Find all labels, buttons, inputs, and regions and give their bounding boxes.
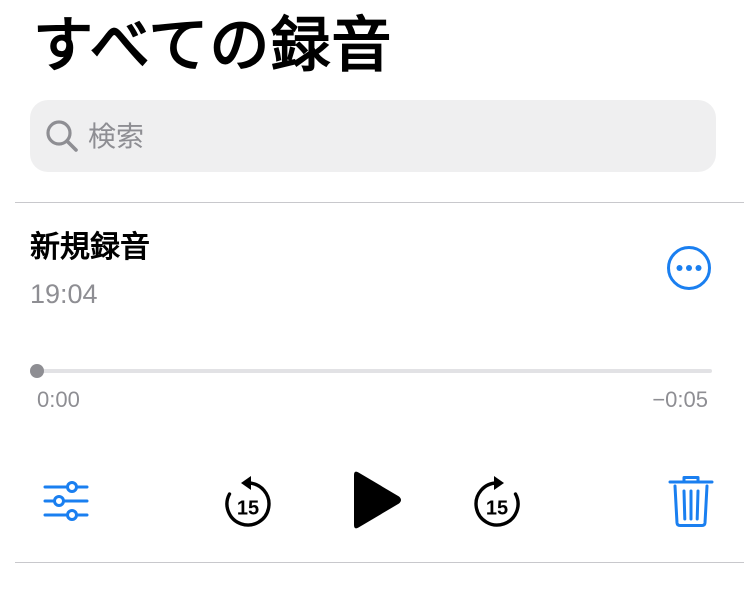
skip-back-button[interactable]: 15: [222, 474, 274, 528]
search-input[interactable]: [88, 119, 688, 153]
skip-forward-seconds-label: 15: [486, 498, 508, 520]
remaining-time: −0:05: [652, 387, 708, 412]
options-button[interactable]: [42, 477, 90, 525]
divider: [15, 562, 744, 563]
scrubber-thumb[interactable]: [30, 364, 44, 378]
ellipsis-circle-icon: [667, 246, 711, 290]
recording-time: 19:04: [30, 279, 98, 309]
skip-back-seconds-label: 15: [237, 498, 259, 520]
elapsed-time: 0:00: [37, 387, 80, 412]
skip-forward-15-icon: 15: [474, 476, 520, 527]
more-button[interactable]: [666, 245, 712, 291]
search-icon: [46, 120, 78, 152]
scrubber-track: [34, 369, 712, 373]
skip-back-15-icon: 15: [225, 476, 271, 527]
page-title: すべての録音: [33, 11, 393, 81]
skip-forward-button[interactable]: 15: [471, 474, 523, 528]
trash-icon: [668, 476, 714, 527]
divider: [15, 202, 744, 203]
playback-scrubber[interactable]: [30, 362, 712, 380]
play-icon: [354, 471, 401, 529]
recording-title[interactable]: 新規録音: [30, 228, 150, 268]
sliders-icon: [43, 481, 89, 521]
search-bar[interactable]: [30, 100, 716, 172]
delete-button[interactable]: [668, 474, 714, 528]
play-button[interactable]: [348, 469, 404, 531]
